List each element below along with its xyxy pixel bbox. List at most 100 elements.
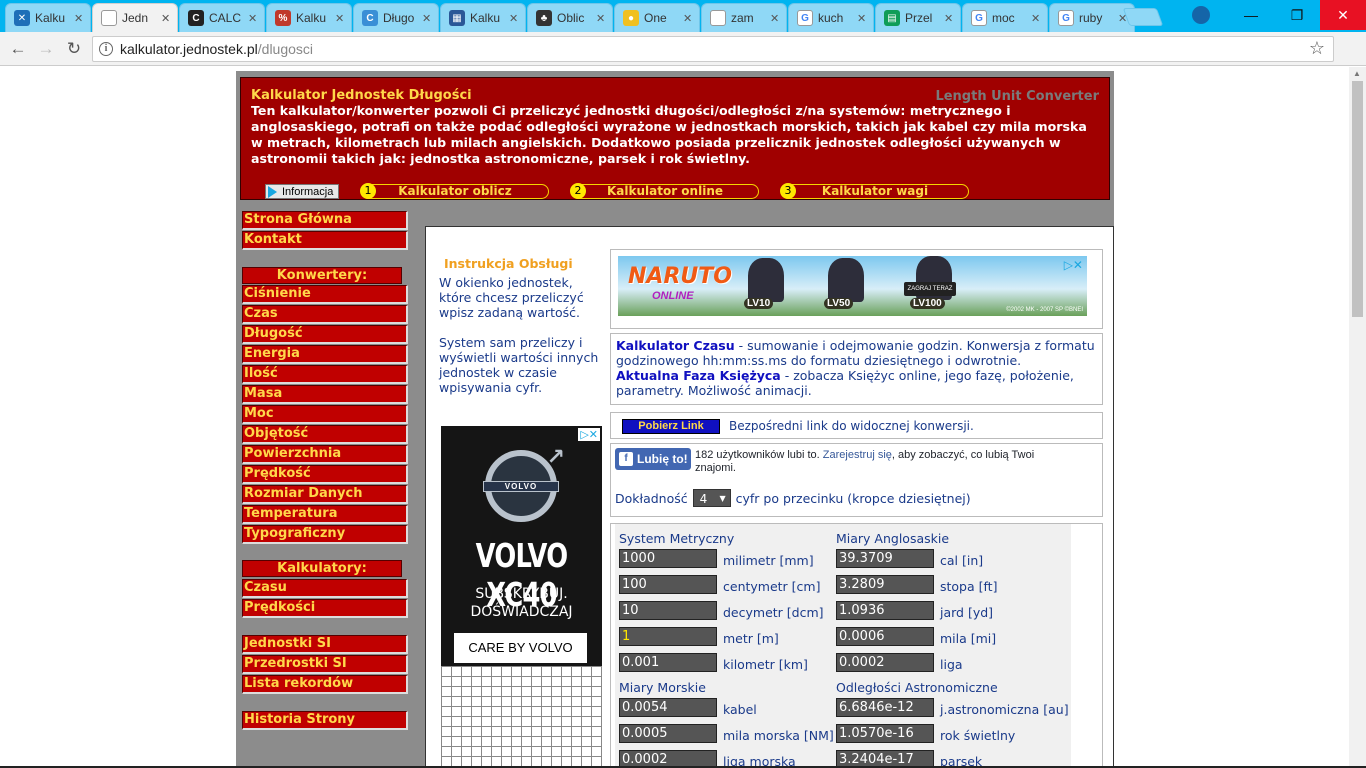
sidebar-item-converter[interactable]: Temperatura [242,505,408,524]
sidebar-item-home[interactable]: Strona Główna [242,211,408,230]
unit-input[interactable]: 10 [619,601,717,620]
unit-input[interactable]: 1000 [619,549,717,568]
sidebar-item-converter[interactable]: Energia [242,345,408,364]
sidebar-item-other[interactable]: Jednostki SI [242,635,408,654]
tab-close-icon[interactable]: ✕ [161,12,173,25]
unit-input[interactable]: 3.2809 [836,575,934,594]
tab-close-icon[interactable]: ✕ [335,12,347,25]
sidebar-item-other[interactable]: Przedrostki SI [242,655,408,674]
unit-input[interactable]: 39.3709 [836,549,934,568]
tab-close-icon[interactable]: ✕ [1031,12,1043,25]
unit-input[interactable]: 1.0570e-16 [836,724,934,743]
bookmark-star-icon[interactable]: ☆ [1309,38,1325,59]
anglo-heading: Miary Anglosaskie [836,531,950,546]
tab-close-icon[interactable]: ✕ [683,12,695,25]
scrollbar-thumb[interactable] [1352,81,1363,317]
play-now-button[interactable]: ZAGRAJ TERAZ [904,282,956,296]
sidebar-item-converter[interactable]: Prędkość [242,465,408,484]
tab-close-icon[interactable]: ✕ [248,12,260,25]
sidebar-item-converter[interactable]: Objętość [242,425,408,444]
tab-close-icon[interactable]: ✕ [770,12,782,25]
volvo-ad[interactable]: ▷✕ ↗ VOLVO VOLVO XC40 SUBSKRYBUJ. DOŚWIA… [441,426,602,768]
sidebar-item-history[interactable]: Historia Strony [242,711,408,730]
sidebar-item-calculator[interactable]: Czasu [242,579,408,598]
forward-icon[interactable]: → [36,39,56,59]
sidebar-item-converter[interactable]: Czas [242,305,408,324]
browser-tab[interactable]: zam ✕ [701,3,787,32]
sidebar-item-contact[interactable]: Kontakt [242,231,408,250]
facebook-like-button[interactable]: f Lubię to! [615,448,691,470]
browser-tab[interactable]: ♣ Oblic ✕ [527,3,613,32]
browser-tab[interactable]: C CALC ✕ [179,3,265,32]
unit-input[interactable]: 6.6846e-12 [836,698,934,717]
new-tab-button[interactable] [1122,8,1164,26]
unit-input[interactable]: 0.0005 [619,724,717,743]
sidebar-item-other[interactable]: Lista rekordów [242,675,408,694]
unit-input[interactable]: 0.001 [619,653,717,672]
related-links-box: Kalkulator Czasu - sumowanie i odejmowan… [610,333,1103,405]
browser-tab[interactable]: Gkuch ✕ [788,3,874,32]
back-icon[interactable]: ← [8,39,28,59]
sidebar-item-converter[interactable]: Ciśnienie [242,285,408,304]
browser-tab[interactable]: Jedn ✕ [92,3,178,32]
unit-input[interactable]: 100 [619,575,717,594]
browser-tab[interactable]: ▤ Przel ✕ [875,3,961,32]
get-link-button[interactable]: Pobierz Link [622,419,720,434]
adchoices-icon[interactable]: ▷✕ [1064,258,1083,272]
browser-tab[interactable]: ✕ Kalku ✕ [5,3,91,32]
sidebar-item-calculator[interactable]: Prędkości [242,599,408,618]
time-calculator-link[interactable]: Kalkulator Czasu [616,338,735,353]
ad-cta-button[interactable]: CARE BY VOLVO [454,633,587,663]
tab-close-icon[interactable]: ✕ [422,12,434,25]
browser-tab[interactable]: Gruby ✕ [1049,3,1135,32]
header-link-2[interactable]: 2 Kalkulator online [570,183,759,199]
header-link-1[interactable]: 1 Kalkulator oblicz [360,183,549,199]
browser-tab[interactable]: Gmoc ✕ [962,3,1048,32]
browser-tab[interactable]: ▦ Kalku ✕ [440,3,526,32]
sidebar-item-converter[interactable]: Masa [242,385,408,404]
unit-input[interactable]: 1 [619,627,717,646]
scroll-up-icon[interactable]: ▲ [1353,69,1361,78]
site-info-icon[interactable]: i [99,42,113,56]
profile-icon[interactable] [1192,6,1210,24]
tab-favicon-icon: C [188,10,204,26]
header-link-3[interactable]: 3 Kalkulator wagi [780,183,969,199]
sidebar-item-converter[interactable]: Powierzchnia [242,445,408,464]
browser-toolbar: ← → ↻ i kalkulator.jednostek.pl/dlugosci… [0,32,1366,94]
tab-close-icon[interactable]: ✕ [944,12,956,25]
sidebar-item-converter[interactable]: Typograficzny [242,525,408,544]
browser-tab[interactable]: % Kalku ✕ [266,3,352,32]
vertical-scrollbar[interactable]: ▲ [1349,67,1366,768]
sidebar-item-converter[interactable]: Długość [242,325,408,344]
tab-close-icon[interactable]: ✕ [509,12,521,25]
browser-tab[interactable]: C Długo ✕ [353,3,439,32]
ad-line-1: SUBSKRYBUJ. [475,586,568,602]
sidebar-item-converter[interactable]: Rozmiar Danych [242,485,408,504]
minimize-icon[interactable]: — [1228,0,1274,30]
unit-input[interactable]: 1.0936 [836,601,934,620]
address-bar[interactable]: i kalkulator.jednostek.pl/dlugosci ☆ [92,36,1334,62]
tab-title: Długo [383,11,415,25]
site-container: Kalkulator Jednostek Długości Length Uni… [236,71,1114,768]
tab-close-icon[interactable]: ✕ [596,12,608,25]
moon-phase-link[interactable]: Aktualna Faza Księżyca [616,368,781,383]
precision-select[interactable]: 4 [692,489,731,508]
unit-label: cal [in] [940,553,984,568]
reload-icon[interactable]: ↻ [64,39,84,59]
sidebar-item-converter[interactable]: Ilość [242,365,408,384]
facebook-register-link[interactable]: Zarejestruj się [823,449,892,461]
play-icon [268,185,277,198]
close-window-icon[interactable]: ✕ [1320,0,1366,30]
restore-icon[interactable]: ❐ [1274,0,1320,30]
unit-input[interactable]: 0.0002 [836,653,934,672]
adchoices-icon[interactable]: ▷✕ [578,428,600,441]
sidebar-item-converter[interactable]: Moc [242,405,408,424]
information-button[interactable]: Informacja [265,184,339,199]
browser-tab[interactable]: ● One ✕ [614,3,700,32]
tab-title: Oblic [557,11,585,25]
unit-input[interactable]: 0.0054 [619,698,717,717]
tab-close-icon[interactable]: ✕ [74,12,86,25]
naruto-ad[interactable]: NARUTO ONLINE LV10 LV50 LV100 ZAGRAJ TER… [618,256,1087,316]
unit-input[interactable]: 0.0006 [836,627,934,646]
tab-close-icon[interactable]: ✕ [857,12,869,25]
